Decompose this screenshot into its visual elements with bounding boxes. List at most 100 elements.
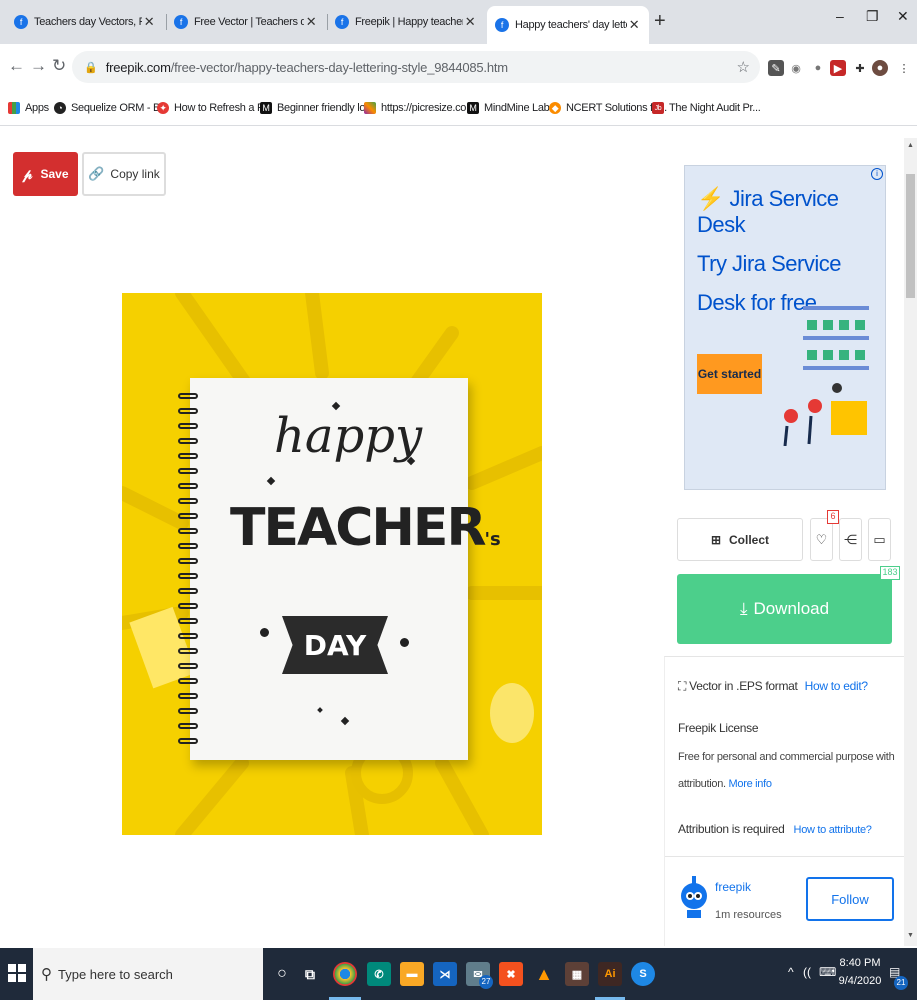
comment-icon: ▭ [873, 531, 886, 547]
mail-badge: 27 [479, 975, 493, 989]
extension-pin-icon[interactable]: ● [810, 60, 826, 76]
how-to-edit-link[interactable]: How to edit? [805, 679, 868, 693]
scroll-down-icon[interactable]: ▼ [907, 932, 914, 939]
jira-advertisement[interactable]: i ⚡ Jira Service Desk Try Jira Service D… [684, 165, 886, 490]
vlc-icon[interactable]: ▲ [532, 962, 556, 986]
download-icon: ⤓ [739, 599, 748, 618]
vector-format-icon: ⛶ [678, 679, 687, 693]
restore-icon[interactable]: ❐ [866, 8, 879, 25]
browser-tab[interactable]: f Freepik | Happy teachers' day lett ✕ [327, 6, 485, 38]
freepik-favicon-icon: f [335, 15, 349, 29]
save-button[interactable]: 𝓅 Save [13, 152, 78, 196]
download-button[interactable]: ⤓ Download [677, 574, 892, 644]
minimize-icon[interactable]: – [836, 8, 844, 24]
bookmark-item[interactable]: ◆ NCERT Solutions fo... [549, 102, 667, 114]
heart-icon: ♡ [815, 531, 828, 547]
task-view-icon[interactable]: ⧉ [298, 962, 322, 986]
copy-link-button[interactable]: 🔗 Copy link [82, 152, 166, 196]
bookmark-star-icon[interactable]: ☆ [737, 58, 750, 76]
apps-grid-icon [8, 102, 20, 114]
more-info-link[interactable]: More info [729, 778, 772, 790]
new-tab-icon[interactable]: + [654, 10, 666, 33]
scroll-thumb[interactable] [906, 174, 915, 298]
whatsapp-icon[interactable]: ✆ [367, 962, 391, 986]
freepik-favicon-icon: f [495, 18, 509, 32]
artwork-happy-text: happy [274, 408, 423, 464]
bookmark-item[interactable]: M Beginner friendly lo... [260, 102, 374, 114]
picresize-icon [364, 102, 376, 114]
close-tab-icon[interactable]: ✕ [304, 14, 318, 30]
ad-get-started-button[interactable]: Get started [697, 354, 762, 394]
skype-icon[interactable]: S [631, 962, 655, 986]
keyboard-icon[interactable]: ⌨ [819, 965, 836, 979]
tray-chevron-icon[interactable]: ^ [788, 965, 794, 979]
refresh-site-icon: ✦ [157, 102, 169, 114]
close-tab-icon[interactable]: ✕ [142, 14, 156, 30]
freepik-author-avatar[interactable] [679, 874, 709, 920]
comment-button[interactable]: ▭ [868, 518, 891, 561]
taskbar-search[interactable]: ⚲ Type here to search [33, 948, 263, 1000]
back-icon[interactable]: ← [8, 56, 25, 76]
network-icon[interactable]: (( [803, 965, 811, 979]
cortana-icon[interactable]: ○ [270, 962, 294, 986]
medium-icon: M [260, 102, 272, 114]
browser-menu-icon[interactable]: ⋮ [896, 60, 912, 76]
license-text: Free for personal and commercial purpose… [678, 751, 895, 763]
windows-taskbar: ⚲ Type here to search ○ ⧉ ✆ ▬ ⋊ ✉ 27 ✖ ▲… [0, 948, 917, 1000]
artwork-teacher-text: TEACHER's [230, 498, 501, 558]
forward-icon[interactable]: → [30, 56, 47, 76]
how-to-attribute-link[interactable]: How to attribute? [794, 824, 872, 836]
artwork-day-ribbon: DAY [282, 616, 388, 674]
bookmark-item[interactable]: Jb The Night Audit Pr... [652, 102, 761, 114]
extension-camera-icon[interactable]: ◉ [788, 60, 804, 76]
ad-info-icon[interactable]: i [871, 168, 883, 180]
follow-button[interactable]: Follow [806, 877, 894, 921]
link-icon: 🔗 [88, 166, 105, 181]
bookmark-item[interactable]: ◔ Sequelize ORM - B... [54, 102, 169, 114]
address-bar[interactable]: 🔒 freepik.com/free-vector/happy-teachers… [72, 51, 760, 83]
scroll-up-icon[interactable]: ▲ [907, 142, 914, 149]
chrome-icon[interactable] [333, 962, 357, 986]
xampp-icon[interactable]: ✖ [499, 962, 523, 986]
medium-icon: M [467, 102, 479, 114]
job-icon: Jb [652, 102, 664, 114]
extension-pen-icon[interactable]: ✎ [768, 60, 784, 76]
page-scrollbar[interactable]: ▲ ▼ [904, 138, 917, 946]
download-count-badge: 183 [880, 566, 900, 580]
profile-avatar[interactable]: ● [872, 60, 888, 76]
bookmark-item[interactable]: ✦ How to Refresh a P... [157, 102, 271, 114]
like-button[interactable]: ♡ [810, 518, 833, 561]
sequelize-icon: ◔ [54, 102, 66, 114]
browser-tab-active[interactable]: f Happy teachers' day lettering sty ✕ [487, 6, 649, 44]
share-button[interactable]: ⋲ [839, 518, 862, 561]
collect-button[interactable]: ⊞ Collect [677, 518, 803, 561]
reload-icon[interactable]: ↻ [52, 56, 66, 76]
license-title: Freepik License [678, 721, 759, 735]
bookmark-item[interactable]: Apps [8, 102, 49, 114]
close-window-icon[interactable]: ✕ [897, 8, 909, 25]
extensions-puzzle-icon[interactable]: ✚ [852, 60, 868, 76]
close-tab-icon[interactable]: ✕ [627, 17, 641, 33]
artwork-preview[interactable]: happy TEACHER's DAY [122, 293, 542, 835]
freepik-favicon-icon: f [14, 15, 28, 29]
resource-info-panel: ⛶ Vector in .EPS format How to edit? Fre… [664, 656, 904, 946]
author-name-link[interactable]: freepik [715, 880, 751, 894]
taskbar-clock[interactable]: 8:40 PM 9/4/2020 [836, 954, 884, 990]
windows-start-icon[interactable] [8, 964, 26, 982]
store-icon[interactable]: ▦ [565, 962, 589, 986]
vscode-icon[interactable]: ⋊ [433, 962, 457, 986]
bookmark-item[interactable]: M MindMine Labs [467, 102, 555, 114]
lock-icon: 🔒 [84, 61, 98, 74]
collection-grid-icon: ⊞ [710, 532, 722, 547]
file-explorer-icon[interactable]: ▬ [400, 962, 424, 986]
ad-brand-title: ⚡ Jira Service Desk [697, 186, 839, 237]
illustrator-icon[interactable]: Ai [598, 962, 622, 986]
close-tab-icon[interactable]: ✕ [463, 14, 477, 30]
extension-record-icon[interactable]: ▶ [830, 60, 846, 76]
browser-tab[interactable]: f Teachers day Vectors, Photos and ✕ [6, 6, 164, 38]
author-resources: 1m resources [715, 909, 782, 921]
bookmark-item[interactable]: https://picresize.co... [364, 102, 475, 114]
ncert-icon: ◆ [549, 102, 561, 114]
freepik-favicon-icon: f [174, 15, 188, 29]
browser-tab[interactable]: f Free Vector | Teachers day illustra ✕ [166, 6, 326, 38]
